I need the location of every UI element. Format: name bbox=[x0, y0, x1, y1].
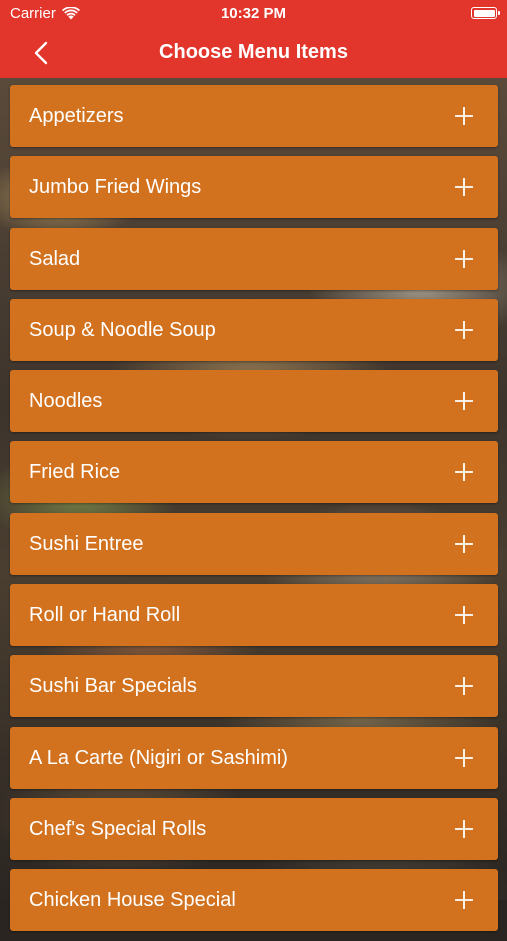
menu-category-item[interactable]: Chef's Special Rolls bbox=[10, 797, 498, 860]
menu-category-label: Soup & Noodle Soup bbox=[29, 318, 216, 341]
menu-category-label: Sushi Bar Specials bbox=[29, 675, 197, 698]
menu-category-label: A La Carte (Nigiri or Sashimi) bbox=[29, 746, 288, 769]
menu-category-item[interactable]: Sushi Bar Specials bbox=[10, 655, 498, 718]
navigation-bar: Choose Menu Items bbox=[0, 28, 507, 78]
menu-category-item[interactable]: Fried Rice bbox=[10, 441, 498, 504]
menu-category-label: Salad bbox=[29, 247, 81, 270]
menu-category-label: Chicken House Special bbox=[29, 889, 236, 912]
plus-icon[interactable] bbox=[454, 890, 474, 910]
plus-icon[interactable] bbox=[454, 748, 474, 768]
status-bar: Carrier 10:32 PM bbox=[0, 0, 507, 28]
menu-category-item[interactable]: Noodles bbox=[10, 370, 498, 433]
plus-icon[interactable] bbox=[454, 605, 474, 625]
menu-category-item[interactable]: Appetizers bbox=[10, 85, 498, 147]
menu-category-label: Chef's Special Rolls bbox=[29, 817, 207, 840]
page-title: Choose Menu Items bbox=[159, 41, 348, 63]
menu-category-label: Jumbo Fried Wings bbox=[29, 176, 202, 199]
menu-category-label: Noodles bbox=[29, 390, 103, 413]
plus-icon[interactable] bbox=[454, 177, 474, 197]
menu-category-item[interactable]: Sushi Entree bbox=[10, 512, 498, 575]
status-time: 10:32 PM bbox=[220, 5, 287, 22]
plus-icon[interactable] bbox=[454, 534, 474, 554]
menu-category-item[interactable]: Salad bbox=[10, 227, 498, 290]
plus-icon[interactable] bbox=[454, 462, 474, 482]
plus-icon[interactable] bbox=[454, 106, 474, 126]
menu-category-label: Appetizers bbox=[29, 105, 124, 127]
battery-icon bbox=[471, 7, 500, 19]
battery-level-fill bbox=[473, 9, 495, 17]
plus-icon[interactable] bbox=[454, 320, 474, 340]
menu-category-label: Sushi Entree bbox=[29, 532, 144, 555]
menu-category-item[interactable]: A La Carte (Nigiri or Sashimi) bbox=[10, 726, 498, 789]
menu-category-item[interactable]: Jumbo Fried Wings bbox=[10, 156, 498, 219]
menu-category-label: Roll or Hand Roll bbox=[29, 604, 181, 627]
plus-icon[interactable] bbox=[454, 676, 474, 696]
menu-category-label: Fried Rice bbox=[29, 461, 121, 484]
menu-category-item[interactable]: Soup & Noodle Soup bbox=[10, 298, 498, 361]
menu-category-item[interactable]: Chicken House Special bbox=[10, 869, 498, 932]
plus-icon[interactable] bbox=[454, 249, 474, 269]
menu-category-item[interactable]: Roll or Hand Roll bbox=[10, 584, 498, 647]
plus-icon[interactable] bbox=[454, 391, 474, 411]
menu-category-list: Appetizers Jumbo Fried Wings Salad Soup & N… bbox=[10, 85, 498, 941]
plus-icon[interactable] bbox=[454, 819, 474, 839]
